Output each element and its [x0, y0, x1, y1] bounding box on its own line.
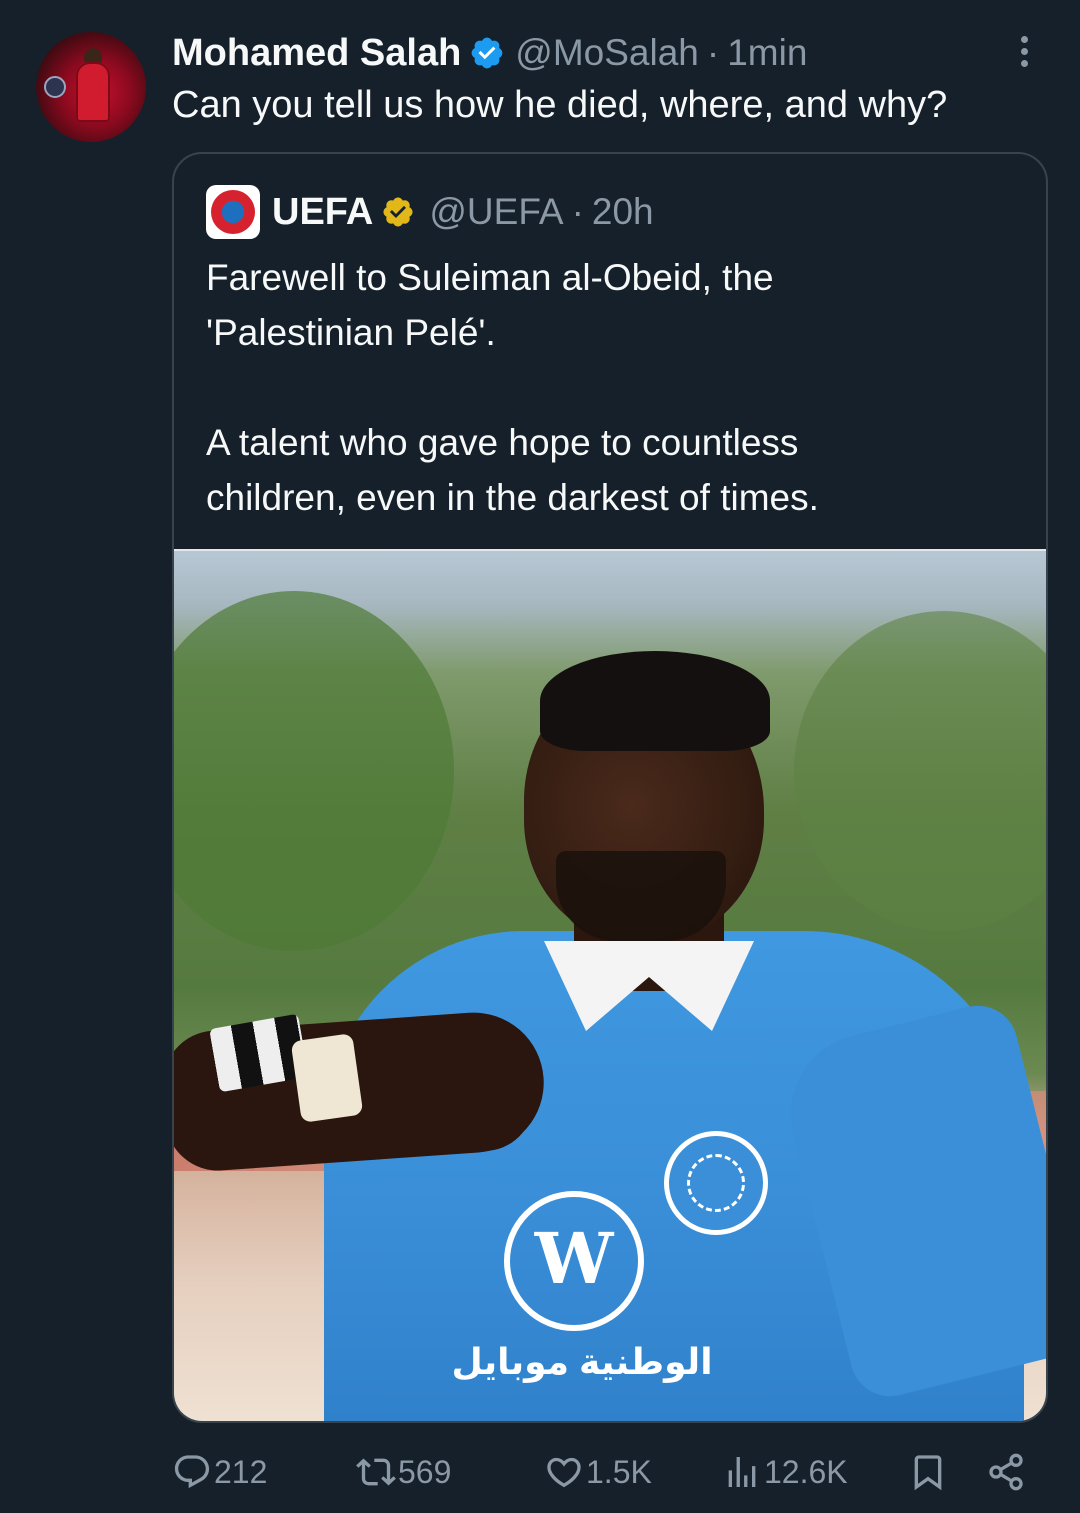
verified-badge-icon — [471, 37, 503, 69]
like-count: 1.5K — [586, 1453, 652, 1490]
tweet-actions: 212 569 1.5K 12.6K — [172, 1444, 1032, 1500]
tweet: Mohamed Salah @MoSalah · 1min Can you te… — [0, 0, 1080, 1513]
player-hair — [540, 651, 770, 751]
avatar-badge — [44, 76, 66, 98]
bookmark-icon — [914, 1455, 942, 1491]
views-button[interactable]: 12.6K — [722, 1444, 848, 1500]
quoted-tweet[interactable]: UEFA @UEFA · 20h Farewell to Suleiman al… — [172, 152, 1048, 1423]
views-icon — [728, 1457, 756, 1487]
reply-icon — [174, 1455, 210, 1489]
quoted-text-line: Farewell to Suleiman al-Obeid, the — [206, 257, 774, 298]
more-options-icon[interactable] — [1012, 36, 1036, 76]
author-handle[interactable]: @MoSalah — [515, 32, 699, 74]
player-wristband — [290, 1033, 364, 1123]
background-trees — [174, 591, 454, 951]
like-button[interactable]: 1.5K — [544, 1444, 652, 1500]
tweet-header: Mohamed Salah @MoSalah · 1min — [172, 28, 807, 78]
repost-icon — [356, 1458, 396, 1486]
uefa-logo-avatar[interactable] — [206, 185, 260, 239]
avatar-figure — [76, 62, 110, 122]
quoted-time-separator: · — [571, 191, 584, 232]
tweet-timestamp[interactable]: 1min — [727, 32, 807, 74]
quoted-tweet-text: Farewell to Suleiman al-Obeid, the 'Pale… — [206, 250, 1026, 525]
author-display-name[interactable]: Mohamed Salah — [172, 32, 461, 75]
player-beard — [556, 851, 726, 941]
quoted-tweet-header: UEFA @UEFA · 20h — [206, 184, 654, 240]
uefa-logo-icon — [211, 190, 255, 234]
quoted-author-handle[interactable]: @UEFA — [429, 191, 563, 233]
reply-button[interactable]: 212 — [172, 1444, 267, 1500]
like-icon — [547, 1457, 581, 1488]
repost-count: 569 — [398, 1453, 452, 1490]
player-fist — [364, 1031, 534, 1151]
background-trees — [794, 611, 1046, 931]
views-count: 12.6K — [764, 1453, 848, 1490]
time-separator: · — [706, 32, 720, 73]
bookmark-button[interactable] — [908, 1444, 948, 1500]
sponsor-logo-icon: W — [504, 1191, 644, 1331]
quoted-text-line: children, even in the darkest of times. — [206, 477, 819, 518]
repost-button[interactable]: 569 — [356, 1444, 451, 1500]
quoted-text-line: A talent who gave hope to countless — [206, 422, 799, 463]
gold-verified-badge-icon — [383, 197, 413, 227]
author-avatar[interactable] — [36, 32, 146, 142]
shirt-sponsor-text: الوطنية موبايل — [451, 1341, 713, 1382]
tweet-text: Can you tell us how he died, where, and … — [172, 84, 948, 126]
quoted-tweet-photo[interactable]: W الوطنية موبايل — [174, 549, 1046, 1421]
quoted-tweet-timestamp: 20h — [591, 191, 654, 232]
club-crest-icon — [664, 1131, 768, 1235]
quoted-author-display-name[interactable]: UEFA — [272, 191, 373, 234]
share-icon — [989, 1453, 1023, 1491]
quoted-text-line: 'Palestinian Pelé'. — [206, 312, 496, 353]
share-button[interactable] — [986, 1444, 1026, 1500]
reply-count: 212 — [214, 1453, 268, 1490]
